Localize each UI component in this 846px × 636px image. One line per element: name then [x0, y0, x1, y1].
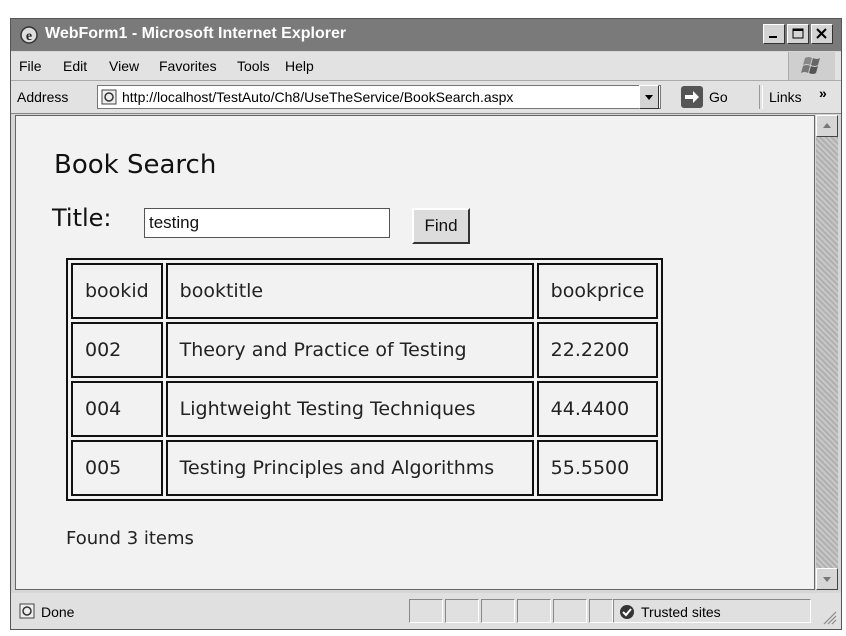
table-row: 004 Lightweight Testing Techniques 44.44…: [71, 381, 659, 437]
status-panel: [409, 599, 443, 623]
cell-bookid: 004: [71, 381, 163, 437]
chevron-down-icon: [823, 577, 831, 582]
header-bookid: bookid: [71, 263, 163, 319]
cell-bookprice: 44.4400: [536, 381, 659, 437]
vertical-scrollbar[interactable]: [816, 115, 838, 590]
chevron-down-icon: [645, 95, 653, 100]
checkmark-icon: [620, 605, 634, 619]
window-title: WebForm1 - Microsoft Internet Explorer: [45, 25, 347, 42]
cell-bookprice: 22.2200: [536, 322, 659, 378]
ie-logo-icon: e: [20, 26, 38, 44]
go-arrow-icon: [685, 91, 699, 103]
cell-booktitle: Lightweight Testing Techniques: [165, 381, 534, 437]
resize-grip-icon[interactable]: [821, 609, 837, 625]
status-panel: [517, 599, 551, 623]
status-text: Done: [41, 604, 75, 620]
address-input[interactable]: http://localhost/TestAuto/Ch8/UseTheServ…: [97, 85, 661, 109]
scroll-up-button[interactable]: [816, 115, 838, 137]
go-button[interactable]: [681, 86, 703, 108]
header-bookprice: bookprice: [536, 263, 659, 319]
go-label[interactable]: Go: [709, 89, 728, 105]
status-panel: [589, 599, 613, 623]
status-panel: [553, 599, 587, 623]
cell-booktitle: Testing Principles and Algorithms: [165, 440, 534, 496]
menu-favorites[interactable]: Favorites: [159, 58, 217, 74]
address-dropdown-button[interactable]: [639, 85, 659, 109]
table-row: 002 Theory and Practice of Testing 22.22…: [71, 322, 659, 378]
cell-bookprice: 55.5500: [536, 440, 659, 496]
page-content: Book Search Title: Find bookid booktitle…: [15, 115, 815, 590]
status-panel: [481, 599, 515, 623]
menu-help[interactable]: Help: [285, 58, 314, 74]
cell-booktitle: Theory and Practice of Testing: [165, 322, 534, 378]
address-bar: Address http://localhost/TestAuto/Ch8/Us…: [11, 81, 841, 114]
found-count-text: Found 3 items: [66, 528, 194, 549]
find-button[interactable]: Find: [412, 208, 470, 244]
table-row: 005 Testing Principles and Algorithms 55…: [71, 440, 659, 496]
title-label: Title:: [52, 204, 112, 232]
title-search-input[interactable]: [144, 208, 390, 238]
page-heading: Book Search: [54, 150, 217, 180]
menu-file[interactable]: File: [19, 58, 42, 74]
chevron-up-icon: [823, 123, 831, 128]
table-header-row: bookid booktitle bookprice: [71, 263, 659, 319]
title-bar[interactable]: e WebForm1 - Microsoft Internet Explorer: [11, 19, 841, 51]
status-panel: [445, 599, 479, 623]
address-label: Address: [17, 89, 69, 105]
minimize-icon: [769, 36, 777, 38]
header-booktitle: booktitle: [165, 263, 534, 319]
toolbar-separator: [759, 85, 763, 109]
page-icon: [101, 89, 117, 105]
status-bar: Done Trusted sites: [11, 593, 841, 629]
address-url: http://localhost/TestAuto/Ch8/UseTheServ…: [122, 89, 514, 105]
page-icon: [19, 603, 35, 619]
maximize-icon: [792, 28, 804, 39]
menu-view[interactable]: View: [109, 58, 139, 74]
menu-edit[interactable]: Edit: [63, 58, 87, 74]
results-table: bookid booktitle bookprice 002 Theory an…: [66, 258, 664, 501]
menu-bar: File Edit View Favorites Tools Help: [11, 52, 841, 81]
svg-text:e: e: [26, 29, 32, 44]
cell-bookid: 005: [71, 440, 163, 496]
close-button[interactable]: [811, 24, 833, 44]
links-chevron-icon[interactable]: »: [819, 85, 827, 101]
windows-logo-icon: [788, 52, 835, 80]
close-icon: [816, 28, 827, 39]
links-label[interactable]: Links: [769, 89, 802, 105]
cell-bookid: 002: [71, 322, 163, 378]
menu-tools[interactable]: Tools: [237, 58, 270, 74]
zone-text: Trusted sites: [641, 604, 721, 620]
scroll-down-button[interactable]: [816, 568, 838, 590]
minimize-button[interactable]: [763, 24, 785, 44]
browser-window: e WebForm1 - Microsoft Internet Explorer…: [10, 18, 842, 630]
maximize-button[interactable]: [787, 24, 809, 44]
